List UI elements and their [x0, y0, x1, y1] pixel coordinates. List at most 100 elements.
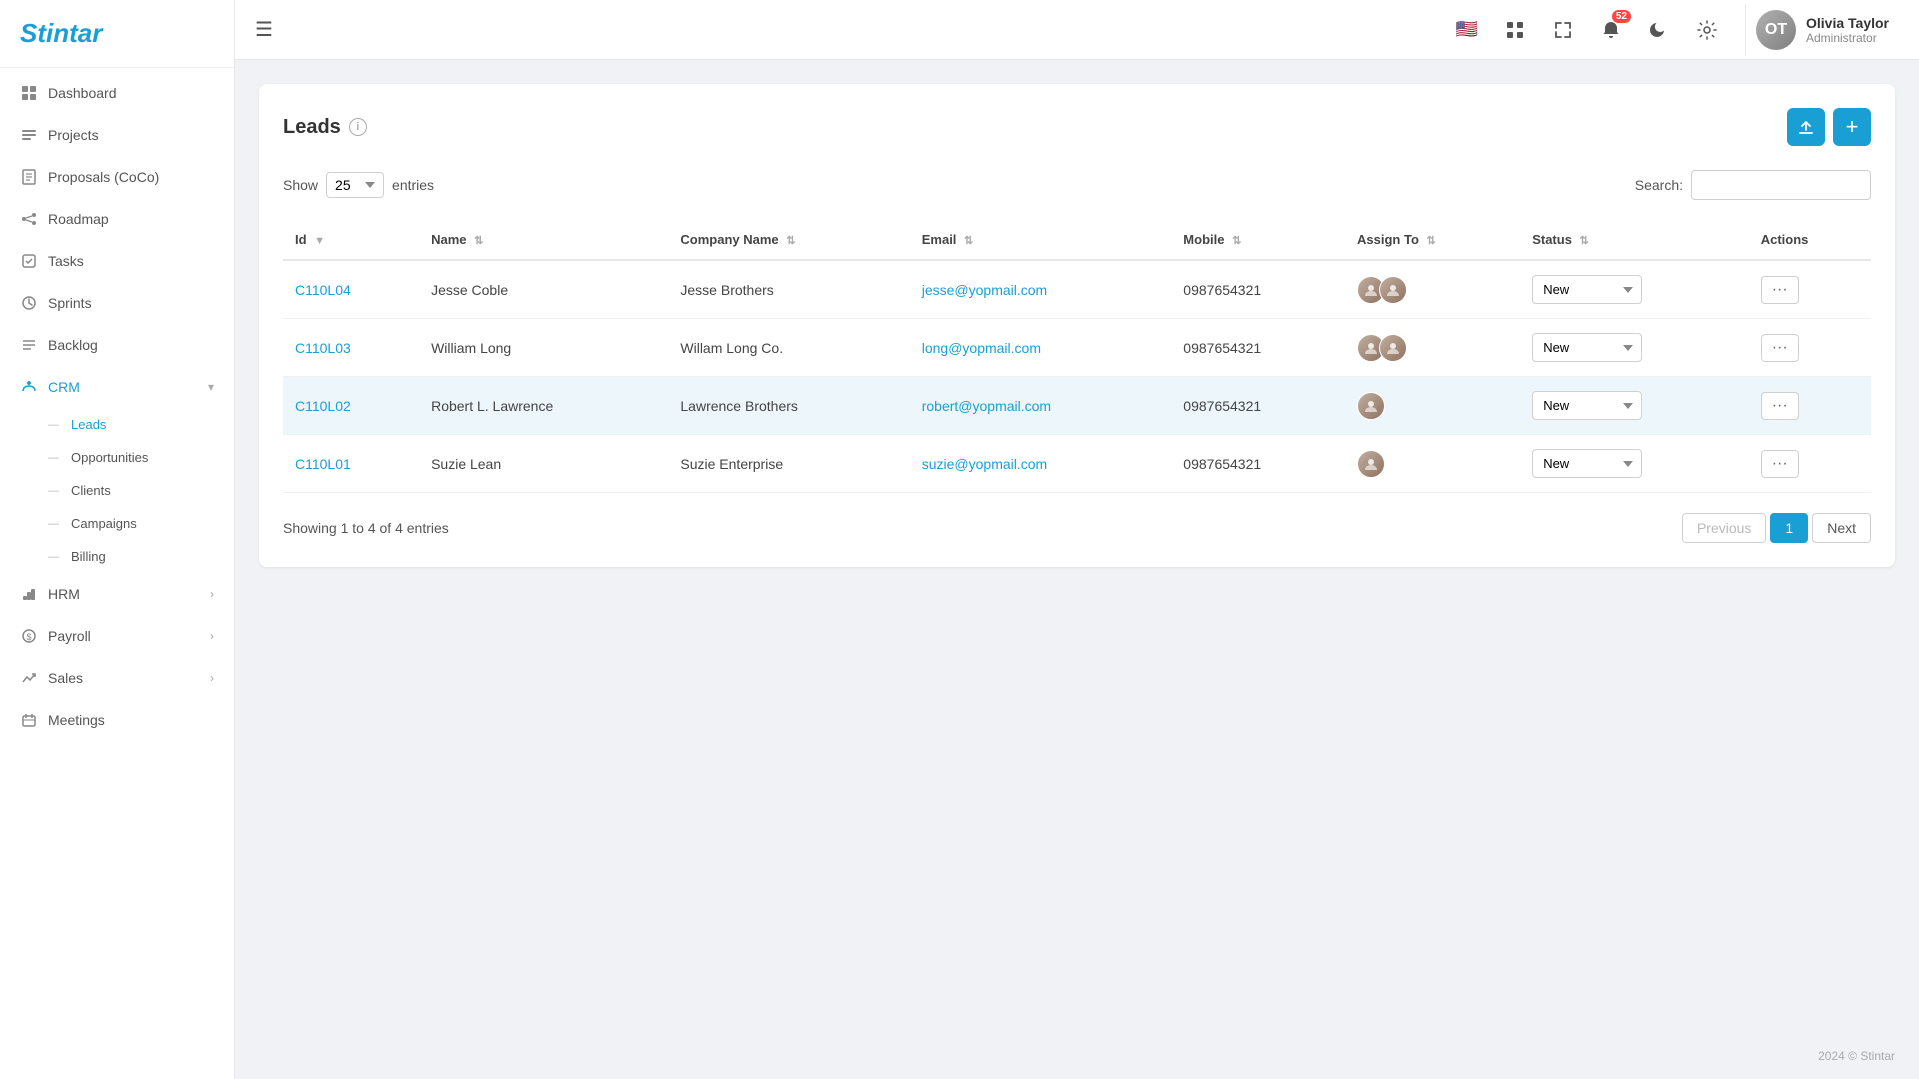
cell-status: NewContactedQualifiedLostWon — [1520, 319, 1749, 377]
pagination-row: Showing 1 to 4 of 4 entries Previous 1 N… — [283, 513, 1871, 543]
header-actions: + — [1787, 108, 1871, 146]
assign-avatar — [1379, 334, 1407, 362]
user-name: Olivia Taylor — [1806, 15, 1889, 31]
sidebar-subitem-billing[interactable]: Billing — [0, 540, 234, 573]
sidebar-subitem-leads[interactable]: Leads — [0, 408, 234, 441]
lead-id-link[interactable]: C110L01 — [295, 456, 351, 472]
menu-toggle-icon[interactable]: ☰ — [255, 17, 273, 42]
status-select[interactable]: NewContactedQualifiedLostWon — [1532, 333, 1642, 362]
action-menu-button[interactable]: ··· — [1761, 334, 1799, 362]
header-icons: 🇺🇸 52 — [1451, 14, 1723, 46]
cell-assign — [1345, 435, 1520, 493]
apps-icon[interactable] — [1499, 14, 1531, 46]
sidebar-item-meetings[interactable]: Meetings — [0, 699, 234, 741]
col-name[interactable]: Name ⇅ — [419, 220, 668, 260]
action-menu-button[interactable]: ··· — [1761, 392, 1799, 420]
col-status[interactable]: Status ⇅ — [1520, 220, 1749, 260]
main-area: ☰ 🇺🇸 — [235, 0, 1919, 1079]
col-mobile[interactable]: Mobile ⇅ — [1171, 220, 1345, 260]
dark-mode-icon[interactable] — [1643, 14, 1675, 46]
sidebar-item-dashboard[interactable]: Dashboard — [0, 72, 234, 114]
lead-id-link[interactable]: C110L03 — [295, 340, 351, 356]
sidebar-item-payroll[interactable]: $ Payroll › — [0, 615, 234, 657]
hrm-chevron-icon: › — [210, 587, 214, 601]
sidebar-item-label-proposals: Proposals (CoCo) — [48, 169, 214, 185]
action-menu-button[interactable]: ··· — [1761, 276, 1799, 304]
status-select[interactable]: NewContactedQualifiedLostWon — [1532, 449, 1642, 478]
cell-actions: ··· — [1749, 377, 1871, 435]
previous-button[interactable]: Previous — [1682, 513, 1766, 543]
add-button[interactable]: + — [1833, 108, 1871, 146]
next-button[interactable]: Next — [1812, 513, 1871, 543]
sidebar-subitem-campaigns[interactable]: Campaigns — [0, 507, 234, 540]
pagination: Previous 1 Next — [1682, 513, 1871, 543]
nav-section-main: Dashboard Projects Proposal — [0, 68, 234, 745]
cell-id: C110L02 — [283, 377, 419, 435]
sales-chevron-icon: › — [210, 671, 214, 685]
table-header: Id ▼ Name ⇅ Company Name ⇅ Email ⇅ Mobil… — [283, 220, 1871, 260]
leads-card: Leads i + — [259, 84, 1895, 567]
lead-email-link[interactable]: robert@yopmail.com — [922, 398, 1051, 414]
sidebar-item-roadmap[interactable]: Roadmap — [0, 198, 234, 240]
cell-company: Lawrence Brothers — [668, 377, 909, 435]
table-row: C110L01 Suzie Lean Suzie Enterprise suzi… — [283, 435, 1871, 493]
page-1-button[interactable]: 1 — [1770, 513, 1808, 543]
lead-email-link[interactable]: suzie@yopmail.com — [922, 456, 1047, 472]
lead-id-link[interactable]: C110L02 — [295, 398, 351, 414]
user-profile[interactable]: OT Olivia Taylor Administrator — [1745, 4, 1899, 56]
sidebar-item-label-payroll: Payroll — [48, 628, 200, 644]
lead-email-link[interactable]: long@yopmail.com — [922, 340, 1041, 356]
expand-icon[interactable] — [1547, 14, 1579, 46]
user-role: Administrator — [1806, 31, 1889, 45]
add-icon: + — [1846, 116, 1859, 138]
cell-status: NewContactedQualifiedLostWon — [1520, 435, 1749, 493]
sort-icon-id: ▼ — [314, 235, 325, 247]
col-assign[interactable]: Assign To ⇅ — [1345, 220, 1520, 260]
lead-email-link[interactable]: jesse@yopmail.com — [922, 282, 1047, 298]
cell-mobile: 0987654321 — [1171, 319, 1345, 377]
showing-text: Showing 1 to 4 of 4 entries — [283, 520, 449, 536]
flag-icon[interactable]: 🇺🇸 — [1451, 14, 1483, 46]
col-id[interactable]: Id ▼ — [283, 220, 419, 260]
table-row: C110L04 Jesse Coble Jesse Brothers jesse… — [283, 260, 1871, 319]
status-select[interactable]: NewContactedQualifiedLostWon — [1532, 275, 1642, 304]
notifications-icon[interactable]: 52 — [1595, 14, 1627, 46]
user-details: Olivia Taylor Administrator — [1806, 15, 1889, 45]
lead-id-link[interactable]: C110L04 — [295, 282, 351, 298]
payroll-chevron-icon: › — [210, 629, 214, 643]
sort-icon-mobile: ⇅ — [1232, 235, 1241, 247]
flag-emoji: 🇺🇸 — [1456, 19, 1478, 40]
sidebar-item-crm[interactable]: CRM ▾ — [0, 366, 234, 408]
action-menu-button[interactable]: ··· — [1761, 450, 1799, 478]
status-select-wrap: NewContactedQualifiedLostWon — [1532, 275, 1737, 304]
col-actions: Actions — [1749, 220, 1871, 260]
sidebar-item-sprints[interactable]: Sprints — [0, 282, 234, 324]
sidebar-subitem-opportunities[interactable]: Opportunities — [0, 441, 234, 474]
cell-name: Suzie Lean — [419, 435, 668, 493]
sidebar-subitem-clients[interactable]: Clients — [0, 474, 234, 507]
sidebar-item-tasks[interactable]: Tasks — [0, 240, 234, 282]
sidebar-item-projects[interactable]: Projects — [0, 114, 234, 156]
roadmap-icon — [20, 210, 38, 228]
cell-assign — [1345, 260, 1520, 319]
sidebar-item-hrm[interactable]: HRM › — [0, 573, 234, 615]
col-company[interactable]: Company Name ⇅ — [668, 220, 909, 260]
status-select-wrap: NewContactedQualifiedLostWon — [1532, 449, 1737, 478]
search-input[interactable] — [1691, 170, 1871, 200]
status-select-wrap: NewContactedQualifiedLostWon — [1532, 333, 1737, 362]
sidebar-item-sales[interactable]: Sales › — [0, 657, 234, 699]
sidebar-item-backlog[interactable]: Backlog — [0, 324, 234, 366]
status-select[interactable]: NewContactedQualifiedLostWon — [1532, 391, 1642, 420]
upload-button[interactable] — [1787, 108, 1825, 146]
sort-icon-company: ⇅ — [786, 235, 795, 247]
cell-name: Jesse Coble — [419, 260, 668, 319]
settings-icon[interactable] — [1691, 14, 1723, 46]
sidebar-item-proposals[interactable]: Proposals (CoCo) — [0, 156, 234, 198]
info-icon[interactable]: i — [349, 118, 367, 136]
tasks-icon — [20, 252, 38, 270]
entries-select[interactable]: 10 25 50 100 — [326, 172, 384, 198]
cell-actions: ··· — [1749, 319, 1871, 377]
col-email[interactable]: Email ⇅ — [910, 220, 1172, 260]
cell-id: C110L03 — [283, 319, 419, 377]
cell-assign — [1345, 377, 1520, 435]
